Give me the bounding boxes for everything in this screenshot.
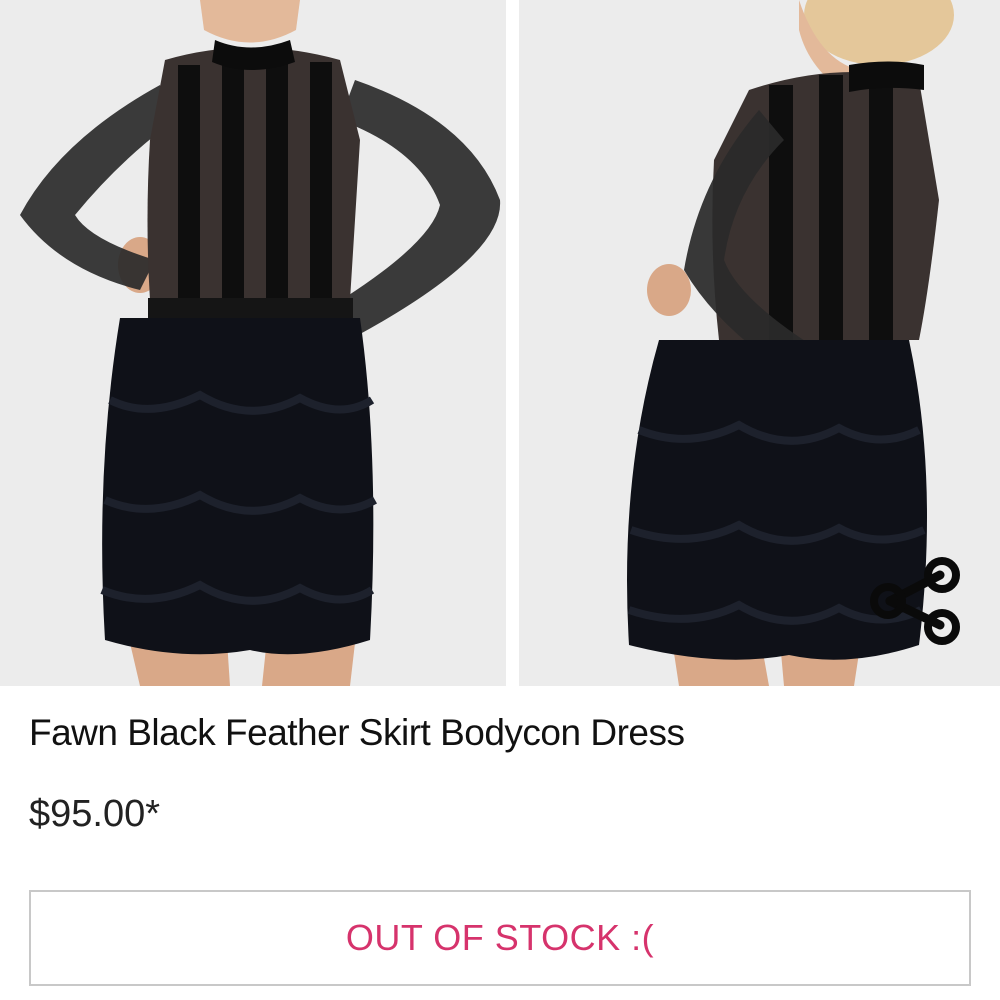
- product-page: Fawn Black Feather Skirt Bodycon Dress $…: [0, 0, 1000, 1000]
- share-icon[interactable]: [866, 553, 966, 653]
- product-title: Fawn Black Feather Skirt Bodycon Dress: [29, 712, 685, 753]
- out-of-stock-label: OUT OF STOCK :(: [345, 917, 655, 958]
- out-of-stock-button[interactable]: OUT OF STOCK :(: [29, 890, 971, 986]
- product-price: $95.00*: [29, 793, 161, 835]
- product-image-gallery[interactable]: [0, 0, 1000, 686]
- product-photo-front[interactable]: [0, 0, 506, 686]
- front-photo-illustration: [0, 0, 506, 686]
